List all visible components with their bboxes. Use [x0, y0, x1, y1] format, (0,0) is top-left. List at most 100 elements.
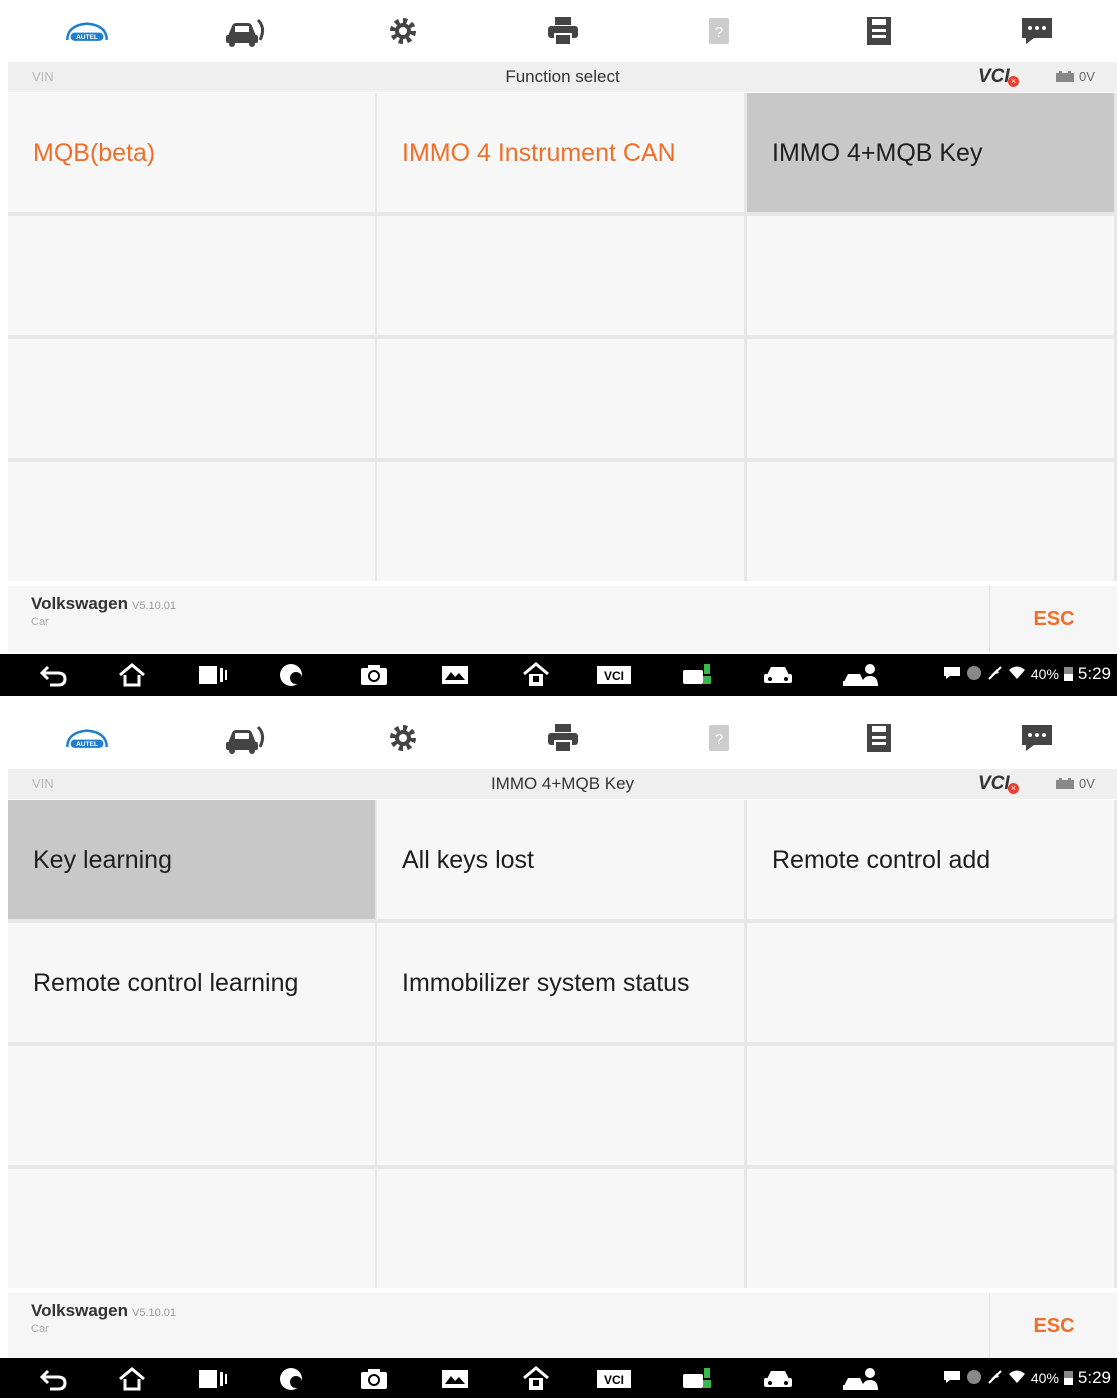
empty-cell [747, 216, 1114, 335]
function-item-label: Remote control learning [33, 969, 299, 997]
data-logging-icon[interactable] [1014, 718, 1060, 758]
camera-icon[interactable] [356, 1365, 392, 1393]
battery-voltage-icon [1056, 778, 1074, 789]
svg-text:?: ? [715, 24, 723, 41]
function-item-label: Remote control add [772, 846, 991, 874]
save-data-icon[interactable] [856, 11, 902, 51]
empty-cell [8, 216, 375, 335]
empty-cell [8, 1046, 375, 1165]
svg-text:?: ? [715, 731, 723, 748]
help-icon[interactable]: ? [696, 11, 742, 51]
function-grid: Key learning All keys lost Remote control … [8, 800, 1117, 1288]
function-item[interactable]: IMMO 4+MQB Key [747, 93, 1114, 212]
android-nav-bar: VCI 40% 5:29 [0, 654, 1117, 696]
function-item-label: Key learning [33, 846, 172, 874]
maxisys-home-icon[interactable] [518, 1365, 554, 1393]
print-icon[interactable] [540, 718, 586, 758]
status-area: 40% 5:29 [943, 664, 1111, 684]
brand-name: Volkswagen [31, 594, 128, 613]
screenshot-icon[interactable] [437, 1365, 473, 1393]
recent-apps-icon[interactable] [195, 1365, 231, 1393]
footer-bar: Volkswagen V5.10.01 Car ESC [8, 1293, 1117, 1359]
top-toolbar: AUTEL ? [0, 707, 1117, 769]
message-icon [943, 666, 961, 683]
vci-disconnected-icon: × [1008, 783, 1019, 794]
vehicle-switch-icon[interactable] [222, 718, 268, 758]
help-icon[interactable]: ? [696, 718, 742, 758]
empty-cell [377, 462, 744, 581]
function-grid: MQB(beta) IMMO 4 Instrument CAN IMMO 4+MQB… [8, 93, 1117, 581]
autel-home-icon[interactable]: AUTEL [64, 718, 110, 758]
maxisys-home-icon[interactable] [518, 661, 554, 689]
wifi-icon [1008, 666, 1026, 683]
back-icon[interactable] [36, 1365, 72, 1393]
immo-mqb-key-screen: AUTEL ? VIN IMMO 4+MQB Key VCI × 0V Key … [0, 707, 1117, 1398]
recent-apps-icon[interactable] [195, 661, 231, 689]
browser-icon[interactable] [274, 1365, 310, 1393]
vehicle-connect-icon[interactable] [680, 661, 716, 689]
remote-expert-icon[interactable] [842, 1365, 878, 1393]
autel-logo-text: AUTEL [76, 34, 98, 41]
car-icon[interactable] [760, 1365, 796, 1393]
function-item-label: IMMO 4 Instrument CAN [402, 139, 676, 167]
function-item[interactable]: IMMO 4 Instrument CAN [377, 93, 744, 212]
empty-cell [747, 1169, 1114, 1288]
data-logging-icon[interactable] [1014, 11, 1060, 51]
home-icon[interactable] [114, 661, 150, 689]
empty-cell [377, 339, 744, 458]
function-item[interactable]: Immobilizer system status [377, 923, 744, 1042]
top-toolbar: AUTEL ? [0, 0, 1117, 62]
settings-gear-icon[interactable] [380, 718, 426, 758]
back-icon[interactable] [36, 661, 72, 689]
print-icon[interactable] [540, 11, 586, 51]
message-icon [943, 1370, 961, 1387]
voltage-readout: 0V [1079, 69, 1095, 84]
save-data-icon[interactable] [856, 718, 902, 758]
vehicle-brand: Volkswagen V5.10.01 [31, 594, 176, 614]
header-bar: VIN IMMO 4+MQB Key VCI × 0V [8, 769, 1117, 799]
mute-icon [987, 665, 1003, 684]
android-nav-bar: VCI 40% 5:29 [0, 1358, 1117, 1398]
function-item[interactable]: MQB(beta) [8, 93, 375, 212]
empty-cell [747, 923, 1114, 1042]
empty-cell [377, 216, 744, 335]
empty-cell [8, 462, 375, 581]
footer-bar: Volkswagen V5.10.01 Car ESC [8, 586, 1117, 652]
esc-button[interactable]: ESC [989, 1293, 1117, 1359]
notification-icon [966, 665, 982, 684]
empty-cell [747, 462, 1114, 581]
software-version: V5.10.01 [132, 600, 177, 612]
browser-icon[interactable] [274, 661, 310, 689]
vci-disconnected-icon: × [1008, 76, 1019, 87]
vci-status: VCI [978, 66, 1010, 87]
home-icon[interactable] [114, 1365, 150, 1393]
status-area: 40% 5:29 [943, 1368, 1111, 1388]
vehicle-type: Car [31, 616, 49, 628]
function-item[interactable]: All keys lost [377, 800, 744, 919]
empty-cell [377, 1046, 744, 1165]
screenshot-icon[interactable] [437, 661, 473, 689]
remote-expert-icon[interactable] [842, 661, 878, 689]
brand-name: Volkswagen [31, 1301, 128, 1320]
notification-icon [966, 1369, 982, 1388]
function-select-screen: AUTEL ? VIN Function select VCI × 0V MQB… [0, 0, 1117, 696]
camera-icon[interactable] [356, 661, 392, 689]
page-title: IMMO 4+MQB Key [490, 774, 635, 793]
function-item[interactable]: Key learning [8, 800, 375, 919]
battery-voltage-icon [1056, 71, 1074, 82]
vci-icon[interactable]: VCI [596, 1365, 632, 1393]
car-icon[interactable] [760, 661, 796, 689]
esc-button[interactable]: ESC [989, 586, 1117, 652]
settings-gear-icon[interactable] [380, 11, 426, 51]
software-version: V5.10.01 [132, 1307, 177, 1319]
function-item[interactable]: Remote control learning [8, 923, 375, 1042]
vehicle-switch-icon[interactable] [222, 11, 268, 51]
vci-icon[interactable]: VCI [596, 661, 632, 689]
empty-cell [377, 1169, 744, 1288]
function-item-label: IMMO 4+MQB Key [772, 139, 983, 167]
function-item[interactable]: Remote control add [747, 800, 1114, 919]
page-title: Function select [505, 67, 620, 86]
mute-icon [987, 1369, 1003, 1388]
autel-home-icon[interactable]: AUTEL [64, 11, 110, 51]
vehicle-connect-icon[interactable] [680, 1365, 716, 1393]
